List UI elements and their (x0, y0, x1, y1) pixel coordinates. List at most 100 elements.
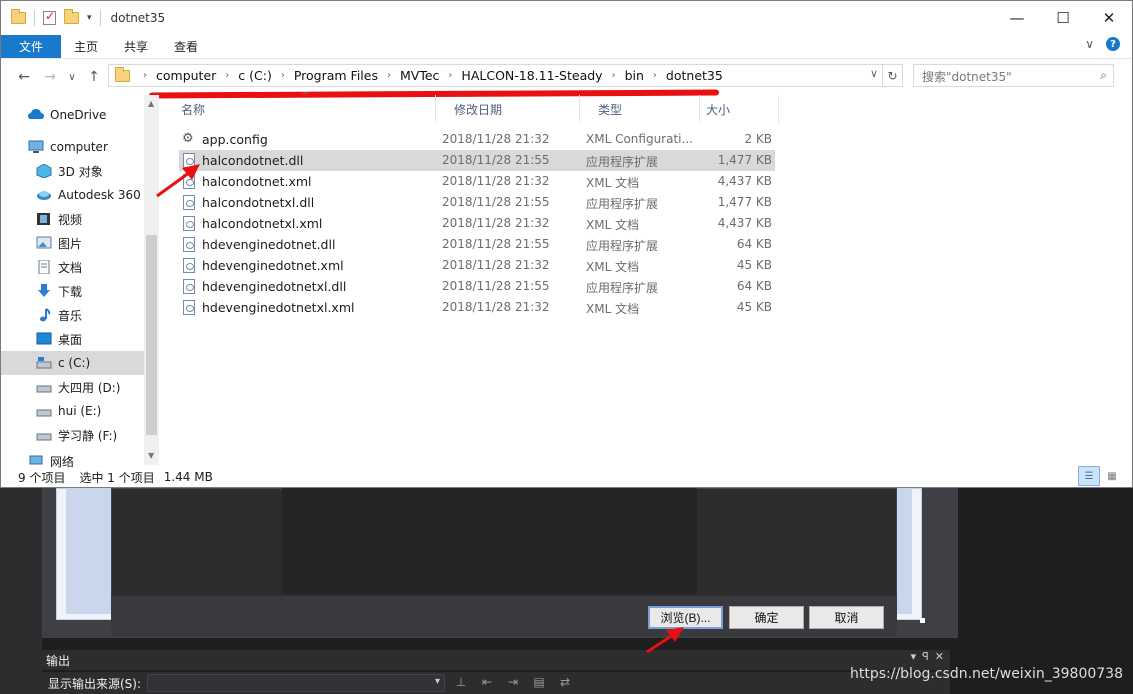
sidebar-item-d-drive[interactable]: 大四用 (D:) (1, 375, 144, 399)
new-folder-icon[interactable] (64, 9, 79, 24)
large-icons-view-icon[interactable]: ▦ (1102, 466, 1122, 486)
sidebar-item-desktop[interactable]: 桌面 (1, 327, 144, 351)
sidebar-item-c-drive[interactable]: c (C:) (1, 351, 144, 375)
file-size: 4,437 KB (717, 216, 772, 230)
file-row[interactable]: halcondotnetxl.dll 2018/11/28 21:55 应用程序… (179, 192, 775, 213)
sidebar-item-computer[interactable]: computer (1, 135, 144, 159)
chevron-right-icon[interactable]: › (281, 70, 285, 81)
scroll-up-icon[interactable]: ▲ (148, 99, 154, 108)
chevron-down-icon[interactable]: ∨ (870, 67, 878, 80)
breadcrumb-bin[interactable]: bin (625, 68, 644, 83)
tab-home[interactable]: 主页 (61, 35, 111, 58)
drive-icon (36, 380, 52, 394)
divider (99, 10, 101, 26)
file-row-selected[interactable]: halcondotnet.dll 2018/11/28 21:55 应用程序扩展… (179, 150, 775, 171)
folder-icon (11, 9, 26, 24)
back-icon[interactable]: ← (11, 69, 37, 85)
output-source-select[interactable] (147, 674, 446, 692)
file-row[interactable]: hdevenginedotnet.dll 2018/11/28 21:55 应用… (179, 234, 775, 255)
address-bar[interactable]: › computer › c (C:) › Program Files › MV… (108, 64, 883, 87)
scroll-down-icon[interactable]: ▼ (148, 451, 154, 460)
sidebar-item-3d-objects[interactable]: 3D 对象 (1, 159, 144, 183)
file-size: 45 KB (736, 258, 772, 272)
file-row[interactable]: hdevenginedotnetxl.dll 2018/11/28 21:55 … (179, 276, 775, 297)
file-size: 4,437 KB (717, 174, 772, 188)
word-wrap-icon[interactable]: ⇄ (555, 675, 575, 691)
tab-share[interactable]: 共享 (111, 35, 161, 58)
file-type: XML Configurati... (586, 132, 693, 146)
breadcrumb-program-files[interactable]: Program Files (294, 68, 378, 83)
forward-icon[interactable]: → (37, 69, 63, 85)
breadcrumb-halcon[interactable]: HALCON-18.11-Steady (461, 68, 602, 83)
search-placeholder: 搜索"dotnet35" (922, 70, 1012, 84)
sidebar-item-e-drive[interactable]: hui (E:) (1, 399, 144, 423)
breadcrumb-dotnet35[interactable]: dotnet35 (666, 68, 723, 83)
column-header-date[interactable]: 修改日期 (436, 95, 580, 123)
search-input[interactable]: 搜索"dotnet35" ⌕ (913, 64, 1114, 87)
sidebar-item-autodesk-360[interactable]: Autodesk 360 (1, 183, 144, 207)
up-icon[interactable]: ↑ (81, 69, 107, 85)
chevron-right-icon[interactable]: › (143, 70, 147, 81)
close-icon[interactable]: ✕ (935, 650, 944, 663)
resize-handle[interactable] (920, 618, 925, 623)
file-size: 1,477 KB (717, 153, 772, 167)
find-message-icon[interactable]: ⊥ (451, 675, 471, 691)
sidebar-item-videos[interactable]: 视频 (1, 207, 144, 231)
customize-toolbar-icon[interactable]: ▾ (87, 13, 92, 23)
browse-button[interactable]: 浏览(B)... (648, 606, 723, 629)
sidebar-item-f-drive[interactable]: 学习静 (F:) (1, 423, 144, 447)
column-header-type[interactable]: 类型 (580, 95, 700, 123)
refresh-icon[interactable]: ↻ (883, 64, 903, 87)
breadcrumb-c-drive[interactable]: c (C:) (238, 68, 272, 83)
prev-message-icon[interactable]: ⇤ (477, 675, 497, 691)
help-icon[interactable]: ? (1106, 37, 1120, 51)
close-button[interactable]: ✕ (1086, 1, 1132, 35)
details-view-icon[interactable]: ☰ (1078, 466, 1100, 486)
maximize-button[interactable]: ☐ (1040, 1, 1086, 35)
pin-icon[interactable]: ꟼ (922, 650, 929, 663)
breadcrumb-computer[interactable]: computer (156, 68, 216, 83)
chevron-right-icon[interactable]: › (225, 70, 229, 81)
tab-file[interactable]: 文件 (1, 35, 61, 58)
column-header-size[interactable]: 大小 (700, 95, 779, 123)
chevron-right-icon[interactable]: › (448, 70, 452, 81)
scrollbar-thumb[interactable] (146, 235, 157, 435)
file-row[interactable]: hdevenginedotnet.xml 2018/11/28 21:32 XM… (179, 255, 775, 276)
xml-file-icon (183, 300, 195, 315)
sidebar-item-label: 大四用 (D:) (58, 380, 121, 395)
drive-icon (36, 428, 52, 442)
chevron-right-icon[interactable]: › (387, 70, 391, 81)
properties-icon[interactable] (43, 9, 56, 25)
clear-all-icon[interactable]: ▤ (529, 675, 549, 691)
recent-locations-icon[interactable]: ∨ (63, 72, 81, 83)
sidebar-item-downloads[interactable]: 下载 (1, 279, 144, 303)
window-title: dotnet35 (110, 11, 166, 25)
sidebar-item-label: c (C:) (58, 356, 91, 370)
file-type: 应用程序扩展 (586, 155, 659, 169)
file-row[interactable]: hdevenginedotnetxl.xml 2018/11/28 21:32 … (179, 297, 775, 318)
column-header-name[interactable]: 名称 (163, 95, 436, 123)
sidebar-item-documents[interactable]: 文档 (1, 255, 144, 279)
sidebar-item-pictures[interactable]: 图片 (1, 231, 144, 255)
sidebar-item-music[interactable]: 音乐 (1, 303, 144, 327)
output-dropdown-icon[interactable]: ▾ (911, 650, 917, 663)
chevron-right-icon[interactable]: › (653, 70, 657, 81)
sidebar-item-onedrive[interactable]: OneDrive (1, 103, 144, 127)
expand-ribbon-icon[interactable]: ∨ (1085, 37, 1094, 51)
file-row[interactable]: halcondotnet.xml 2018/11/28 21:32 XML 文档… (179, 171, 775, 192)
next-message-icon[interactable]: ⇥ (503, 675, 523, 691)
file-row[interactable]: halcondotnetxl.xml 2018/11/28 21:32 XML … (179, 213, 775, 234)
sidebar-item-label: 下载 (58, 284, 83, 299)
breadcrumb-mvtec[interactable]: MVTec (400, 68, 439, 83)
minimize-button[interactable]: — (994, 1, 1040, 35)
cancel-button[interactable]: 取消 (809, 606, 884, 629)
file-row[interactable]: ⚙ app.config 2018/11/28 21:32 XML Config… (179, 129, 775, 150)
chevron-right-icon[interactable]: › (612, 70, 616, 81)
file-type: 应用程序扩展 (586, 281, 659, 295)
sidebar-item-label: 桌面 (58, 332, 83, 347)
folder-icon (115, 66, 130, 82)
ok-button[interactable]: 确定 (729, 606, 804, 629)
sidebar-item-label: 音乐 (58, 308, 83, 323)
title-bar: ▾ dotnet35 — ☐ ✕ (1, 1, 1132, 35)
tab-view[interactable]: 查看 (161, 35, 211, 58)
